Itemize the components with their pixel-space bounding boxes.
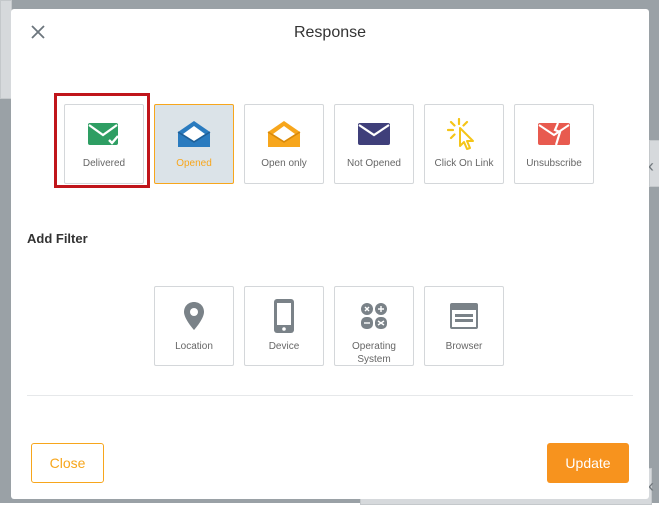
filter-label: Operating System <box>352 341 396 365</box>
mobile-device-icon <box>245 299 323 333</box>
filter-location[interactable]: Location <box>154 286 234 366</box>
response-option-label: Opened <box>176 158 212 169</box>
filter-operating-system[interactable]: Operating System <box>334 286 414 366</box>
response-option-unsubscribe[interactable]: Unsubscribe <box>514 104 594 184</box>
response-option-label: Click On Link <box>434 158 494 169</box>
response-option-label: Unsubscribe <box>526 158 582 169</box>
filter-label: Location <box>175 341 213 352</box>
map-pin-icon <box>155 301 233 331</box>
os-icon <box>335 301 413 331</box>
response-option-click-on-link[interactable]: Click On Link <box>424 104 504 184</box>
response-option-open-only[interactable]: Open only <box>244 104 324 184</box>
filter-label: Device <box>268 341 300 352</box>
browser-window-icon <box>425 301 503 331</box>
envelope-open-icon <box>245 119 323 149</box>
modal-title: Response <box>293 24 367 41</box>
response-option-delivered[interactable]: Delivered <box>64 104 144 184</box>
response-option-label: Delivered <box>82 158 126 169</box>
envelope-broken-icon <box>515 119 593 149</box>
envelope-closed-icon <box>335 119 413 149</box>
response-option-opened[interactable]: Opened <box>154 104 234 184</box>
close-button[interactable]: Close <box>31 443 104 483</box>
filter-device[interactable]: Device <box>244 286 324 366</box>
response-modal: Response Delivered Opened Open only Not … <box>11 9 649 499</box>
response-option-label: Not Opened <box>347 158 401 169</box>
response-option-label: Open only <box>261 158 307 169</box>
divider <box>27 395 633 396</box>
envelope-open-icon <box>155 119 233 149</box>
response-option-not-opened[interactable]: Not Opened <box>334 104 414 184</box>
cursor-click-icon <box>425 118 503 150</box>
add-filter-title: Add Filter <box>27 231 88 246</box>
update-button[interactable]: Update <box>547 443 629 483</box>
envelope-check-icon <box>65 119 143 149</box>
filter-browser[interactable]: Browser <box>424 286 504 366</box>
filter-label: Browser <box>445 341 483 352</box>
